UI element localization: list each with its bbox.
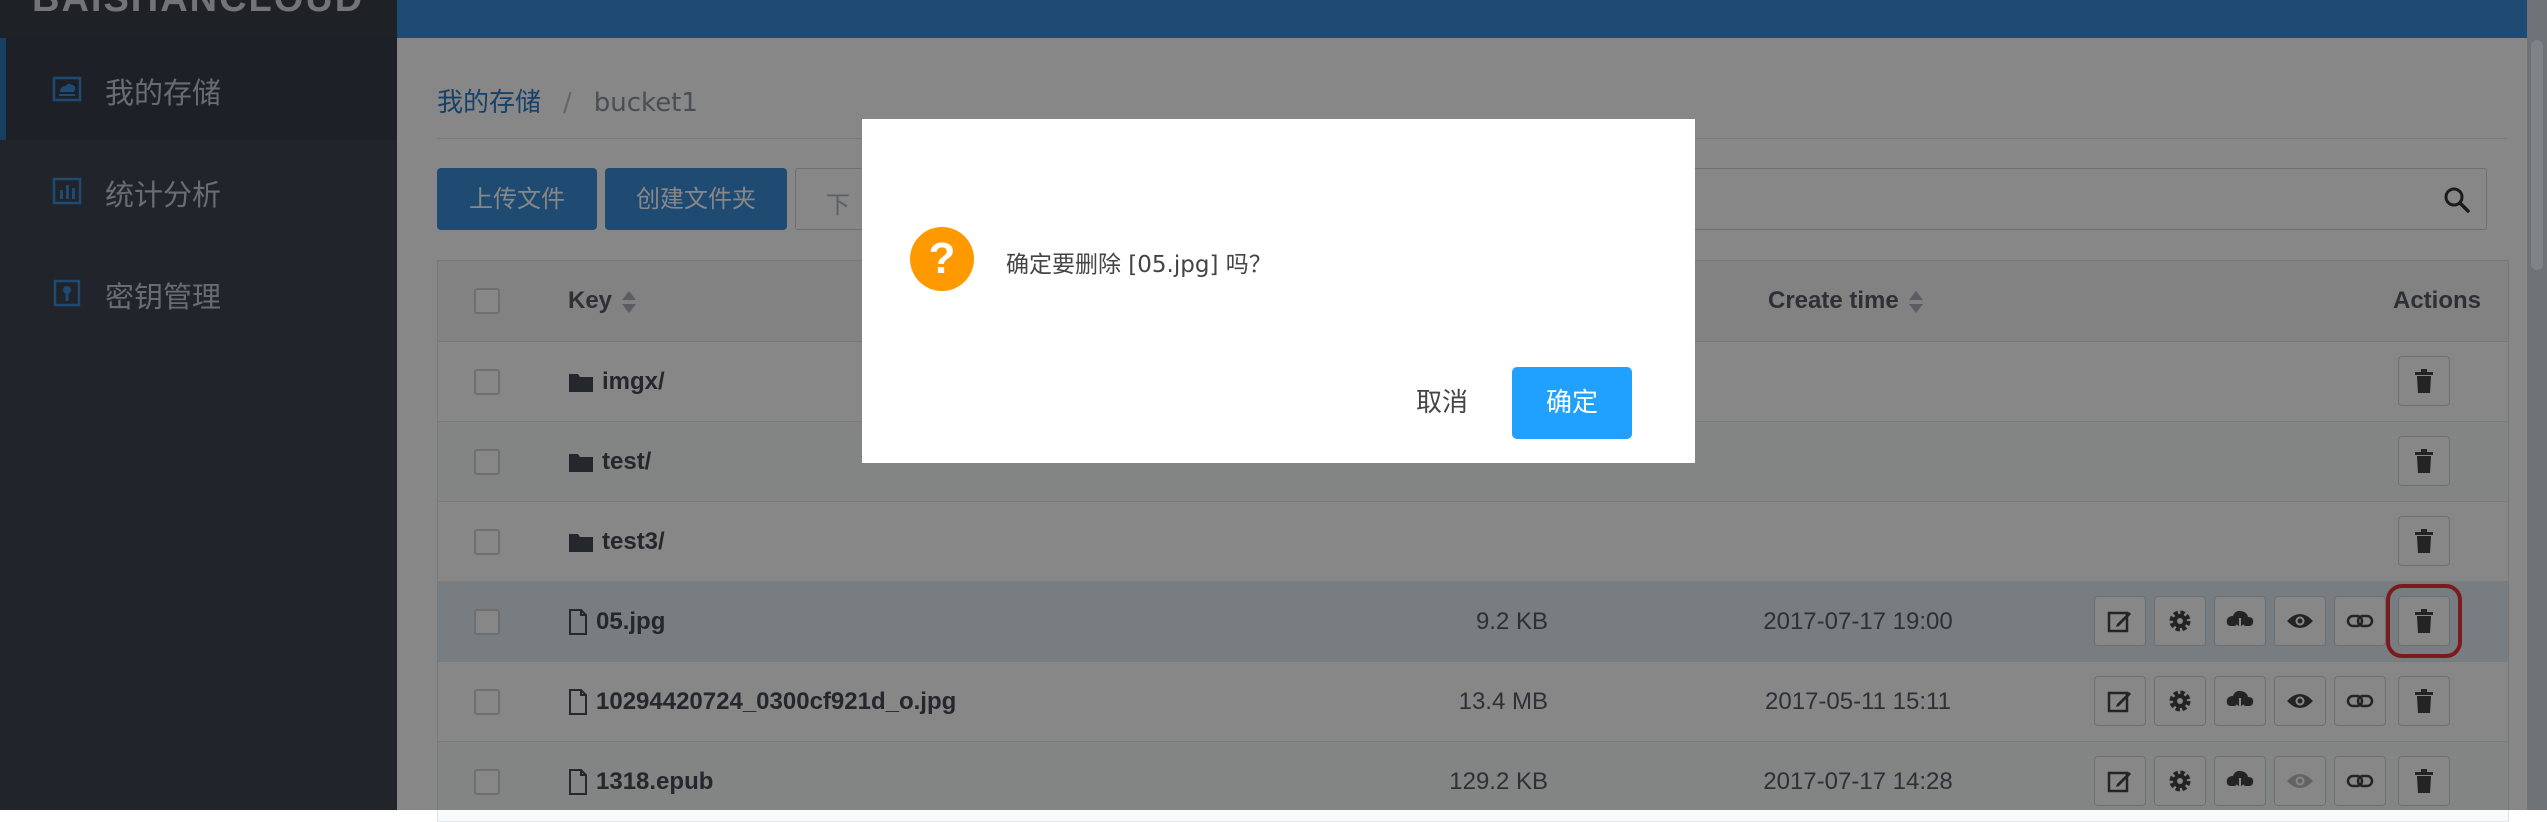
confirm-delete-dialog: ? 确定要删除 [05.jpg] 吗？ 取消 确定 [862,119,1695,463]
dialog-message: 确定要删除 [05.jpg] 吗？ [1006,252,1272,278]
confirm-button[interactable]: 确定 [1512,367,1632,439]
scrollbar[interactable] [2527,0,2547,810]
cancel-button[interactable]: 取消 [1382,367,1502,439]
scrollbar-thumb[interactable] [2531,40,2543,270]
question-icon: ? [910,227,974,291]
